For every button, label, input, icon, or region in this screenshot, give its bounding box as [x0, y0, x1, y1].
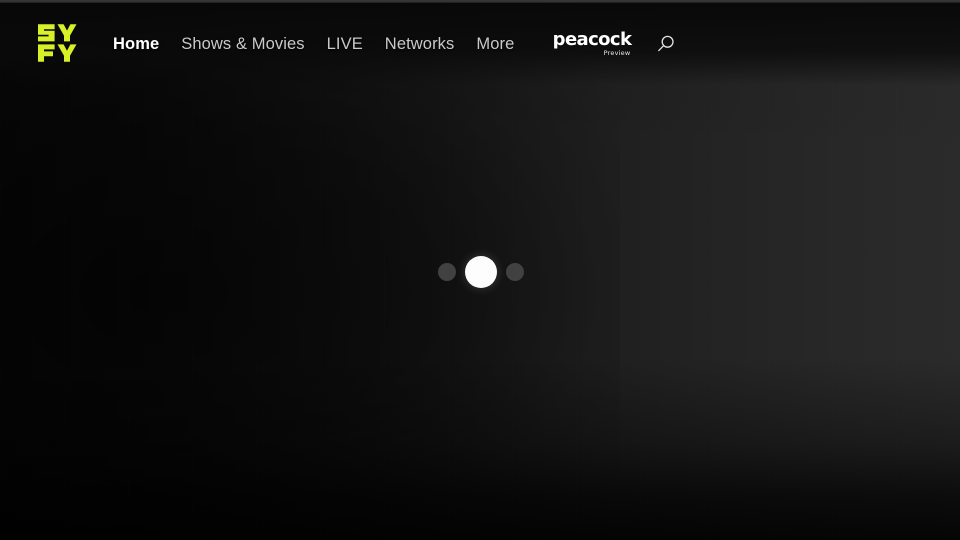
app-root: Home Shows & Movies LIVE Networks More p…: [0, 0, 960, 540]
nav-item-more[interactable]: More: [465, 29, 525, 60]
peacock-logo[interactable]: peacock Preview: [553, 31, 632, 58]
search-icon: [658, 35, 675, 52]
search-button[interactable]: [653, 31, 679, 57]
nav-item-networks[interactable]: Networks: [374, 29, 466, 60]
peacock-sublabel: Preview: [603, 49, 631, 58]
syfy-logo-icon[interactable]: [36, 21, 80, 65]
nav-item-live[interactable]: LIVE: [316, 29, 374, 60]
site-header: Home Shows & Movies LIVE Networks More p…: [0, 3, 960, 85]
window-chrome-edge: [0, 0, 960, 3]
main-navigation: Home Shows & Movies LIVE Networks More: [102, 29, 525, 60]
nav-item-home[interactable]: Home: [102, 29, 170, 60]
peacock-wordmark: peacock: [552, 29, 632, 51]
nav-item-shows-movies[interactable]: Shows & Movies: [170, 29, 315, 60]
